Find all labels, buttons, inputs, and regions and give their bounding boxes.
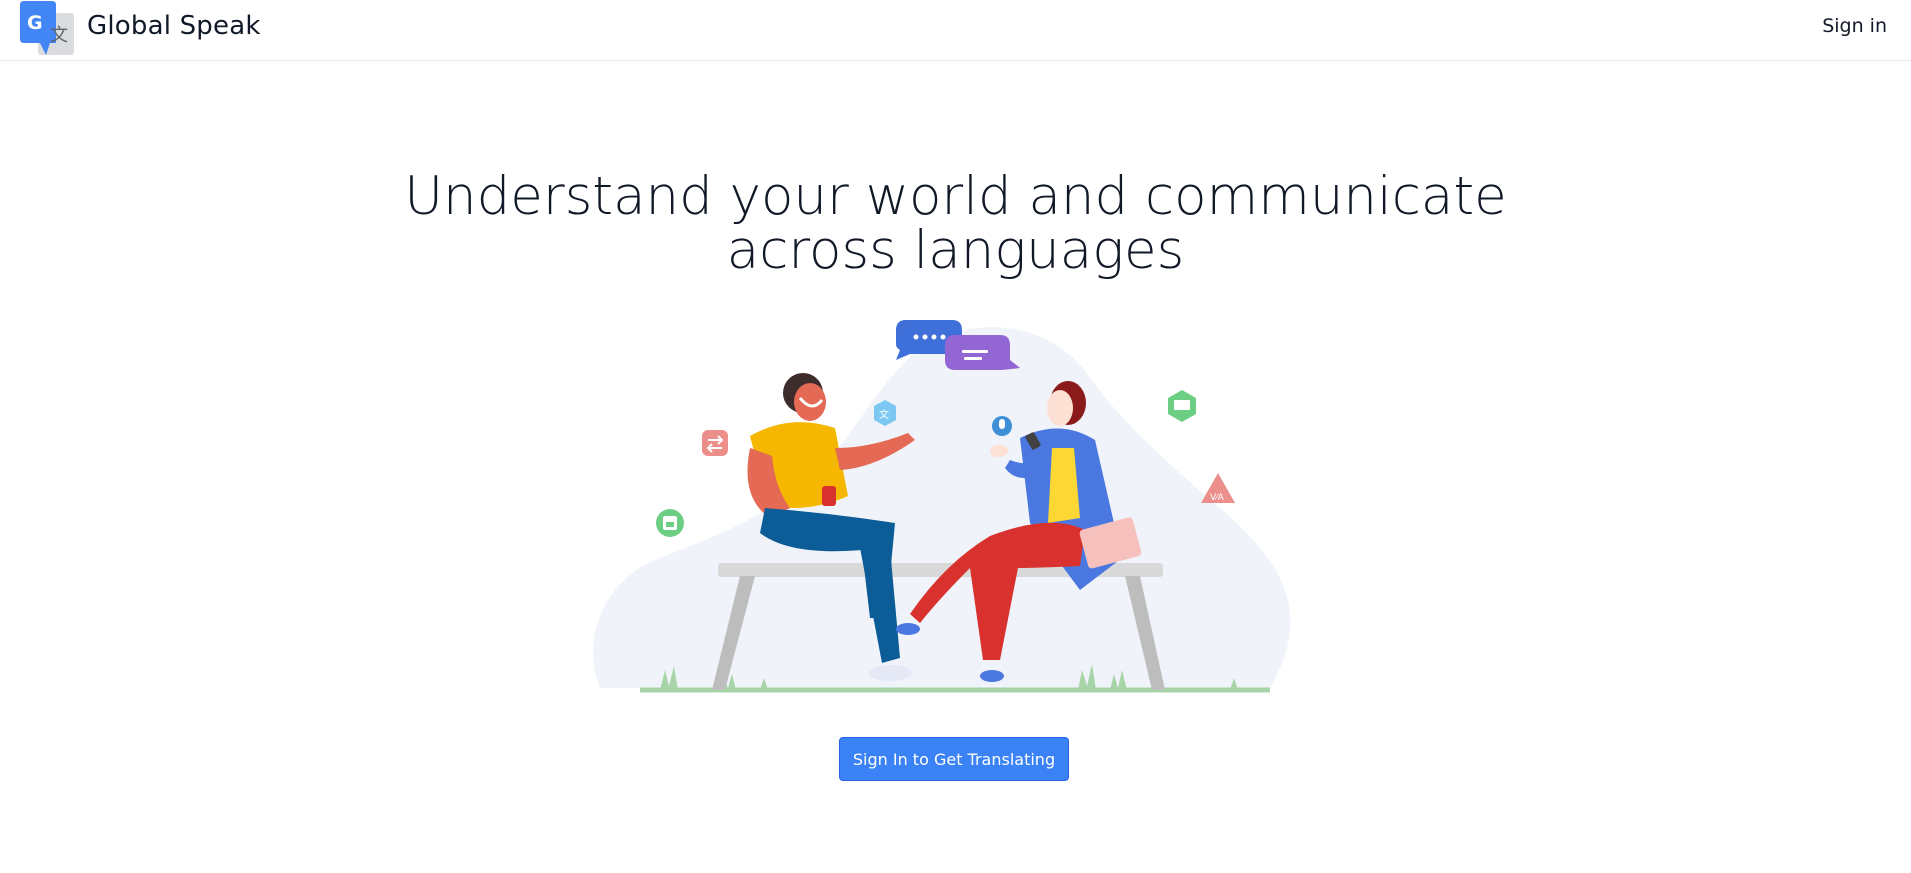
svg-text:V⁄A: V⁄A [1210,493,1225,503]
hero-title-line-1: Understand your world and communicate [404,166,1507,227]
sign-in-to-translate-button[interactable]: Sign In to Get Translating [839,737,1069,781]
app-header: G 文 Global Speak Sign in [0,0,1911,61]
sign-in-link[interactable]: Sign in [1822,15,1887,37]
conversation-illustration: 文 V⁄A [590,318,1320,698]
brand-name: Global Speak [87,11,261,41]
svg-text:文: 文 [50,25,68,46]
translate-logo-icon[interactable]: G 文 [20,1,74,55]
hero-title: Understand your world and communicate ac… [0,170,1911,278]
hero-title-line-2: across languages [726,220,1185,281]
svg-text:G: G [27,12,43,34]
svg-text:文: 文 [879,408,889,421]
